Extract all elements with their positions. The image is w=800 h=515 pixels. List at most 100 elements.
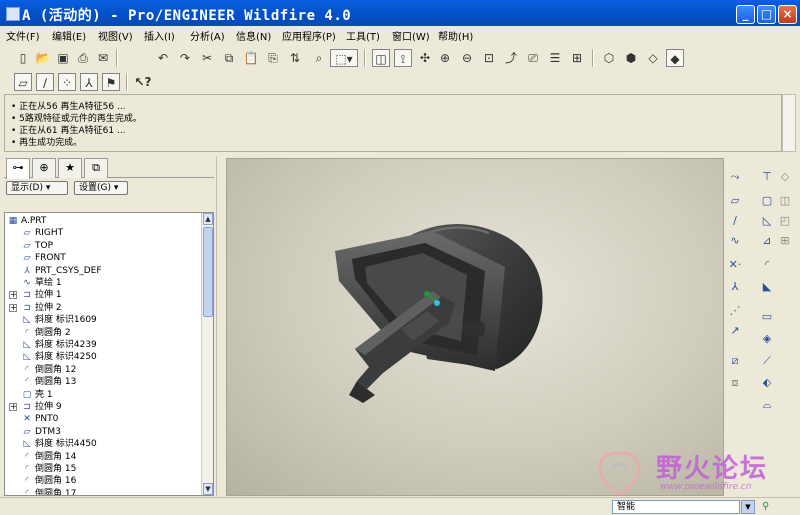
menu-edit[interactable]: 编辑(E) xyxy=(52,28,86,43)
chamfer-icon[interactable]: ◣ xyxy=(758,278,776,296)
favorites-tab-icon[interactable]: ★ xyxy=(58,158,82,178)
insert-mode-icon[interactable]: ↗ xyxy=(726,322,744,340)
blend-icon[interactable]: ⬖ xyxy=(758,374,776,392)
extend-icon[interactable]: ⊞ xyxy=(776,232,794,250)
menu-view[interactable]: 视图(V) xyxy=(98,28,133,43)
menu-analysis[interactable]: 分析(A) xyxy=(190,28,225,43)
boundary-blend-icon[interactable]: ⌓ xyxy=(758,396,776,414)
repaint-icon[interactable]: ◫ xyxy=(372,49,390,67)
tree-item[interactable]: ◜ 倒圆角 13 xyxy=(21,376,76,388)
hole-icon[interactable]: ⊤ xyxy=(758,168,776,186)
reorient-icon[interactable]: ⤴ xyxy=(502,49,520,67)
context-help-icon[interactable]: ↖? xyxy=(134,73,152,91)
layers-icon[interactable]: ☰ xyxy=(546,49,564,67)
copy-icon[interactable]: ⧉ xyxy=(220,49,238,67)
tree-item[interactable]: ◜ 倒圆角 12 xyxy=(21,364,76,376)
tree-item[interactable]: ◜ 倒圆角 16 xyxy=(21,475,76,487)
datum-axis-icon[interactable]: ∕ xyxy=(726,212,744,230)
tree-item[interactable]: ◜ 倒圆角 14 xyxy=(21,451,76,463)
spin-center-icon[interactable]: ⟟ xyxy=(394,49,412,67)
menu-insert[interactable]: 插入(I) xyxy=(144,28,175,43)
tree-item[interactable]: ✕ PNT0 xyxy=(21,413,58,425)
layer-tab-icon[interactable]: ⧉ xyxy=(84,158,108,178)
paste-special-icon[interactable]: ⎘ xyxy=(264,49,282,67)
find-icon[interactable]: ⌕ xyxy=(310,49,328,67)
annotation-display-icon[interactable]: ⚑ xyxy=(102,73,120,91)
tree-item[interactable]: ▦ A.PRT xyxy=(7,215,47,227)
tree-item[interactable]: + ⊐ 拉伸 9 xyxy=(9,401,62,413)
orient-icon[interactable]: ✣ xyxy=(416,49,434,67)
settings-dropdown[interactable]: 设置(G) ▾ xyxy=(74,181,128,195)
no-hidden-icon[interactable]: ◇ xyxy=(644,49,662,67)
refit-icon[interactable]: ⊡ xyxy=(480,49,498,67)
thicken-icon[interactable]: ◫ xyxy=(776,192,794,210)
menu-info[interactable]: 信息(N) xyxy=(236,28,271,43)
cut-icon[interactable]: ✂ xyxy=(198,49,216,67)
expand-icon[interactable]: + xyxy=(9,303,17,312)
tree-item[interactable]: ◜ 倒圆角 17 xyxy=(21,488,76,495)
tree-item[interactable]: + ⊐ 拉伸 1 xyxy=(9,289,62,301)
scroll-down-arrow[interactable]: ▼ xyxy=(203,483,213,495)
datum-curve-icon[interactable]: ∿ xyxy=(726,232,744,250)
maximize-button[interactable]: □ xyxy=(757,5,776,24)
save-icon[interactable]: ▣ xyxy=(54,49,72,67)
tree-item[interactable]: ▱ RIGHT xyxy=(21,227,64,239)
variable-sweep-icon[interactable]: ⟋ xyxy=(758,352,776,370)
expand-icon[interactable]: + xyxy=(9,291,17,300)
folder-tab-icon[interactable]: ⊕ xyxy=(32,158,56,178)
menu-applications[interactable]: 应用程序(P) xyxy=(282,28,336,43)
tree-item[interactable]: + ⊐ 拉伸 2 xyxy=(9,302,62,314)
tree-item[interactable]: ◺ 斜度 标识4250 xyxy=(21,351,97,363)
tree-tab-icon[interactable]: ⊶ xyxy=(6,158,30,179)
merge-icon[interactable]: ⧈ xyxy=(726,374,744,392)
tree-item[interactable]: ▱ FRONT xyxy=(21,252,66,264)
tree-item[interactable]: ∿ 草绘 1 xyxy=(21,277,61,289)
tree-scrollbar[interactable]: ▲ ▼ xyxy=(201,213,213,495)
datum-plane-display-icon[interactable]: ▱ xyxy=(14,73,32,91)
csys-display-icon[interactable]: ⅄ xyxy=(80,73,98,91)
scroll-up-arrow[interactable]: ▲ xyxy=(203,213,213,225)
panel-splitter[interactable] xyxy=(216,156,224,496)
expand-icon[interactable]: + xyxy=(9,403,17,411)
revolve-icon[interactable]: ◈ xyxy=(758,330,776,348)
tree-item[interactable]: ▢ 壳 1 xyxy=(21,389,53,401)
redo-icon[interactable]: ↷ xyxy=(176,49,194,67)
round-icon[interactable]: ◜ xyxy=(758,256,776,274)
datum-plane-icon[interactable]: ▱ xyxy=(726,192,744,210)
wireframe-icon[interactable]: ⬡ xyxy=(600,49,618,67)
tree-item[interactable]: ⅄ PRT_CSYS_DEF xyxy=(21,265,101,277)
tree-item[interactable]: ▱ TOP xyxy=(21,240,53,252)
new-icon[interactable]: ▯ xyxy=(14,49,32,67)
sketch-tool-icon[interactable]: ⤳ xyxy=(726,168,744,186)
menu-help[interactable]: 帮助(H) xyxy=(438,28,473,43)
hidden-line-icon[interactable]: ⬢ xyxy=(622,49,640,67)
tree-item[interactable]: ◜ 倒圆角 2 xyxy=(21,327,70,339)
menu-file[interactable]: 文件(F) xyxy=(6,28,40,43)
solidify-icon[interactable]: ◰ xyxy=(776,212,794,230)
selection-box-icon[interactable]: ⬚▾ xyxy=(330,49,358,67)
minimize-button[interactable]: _ xyxy=(736,5,755,24)
mirror-icon[interactable]: ⧄ xyxy=(726,352,744,370)
analysis-icon[interactable]: ⋰ xyxy=(726,302,744,320)
message-scrollbar[interactable] xyxy=(782,94,796,152)
tree-item[interactable]: ◜ 倒圆角 15 xyxy=(21,463,76,475)
extrude-tool-icon[interactable]: ▭ xyxy=(758,308,776,326)
csys-icon[interactable]: ⅄ xyxy=(726,278,744,296)
regenerate-icon[interactable]: ⇅ xyxy=(286,49,304,67)
draft-icon[interactable]: ⊿ xyxy=(758,232,776,250)
datum-axis-display-icon[interactable]: ∕ xyxy=(36,73,54,91)
offset-icon[interactable]: ◇ xyxy=(776,168,794,186)
tree-item[interactable]: ◺ 斜度 标识1609 xyxy=(21,314,97,326)
close-button[interactable]: × xyxy=(778,5,797,24)
rib-icon[interactable]: ◺ xyxy=(758,212,776,230)
paste-icon[interactable]: 📋 xyxy=(242,49,260,67)
tree-item[interactable]: ▱ DTM3 xyxy=(21,426,61,438)
menu-window[interactable]: 窗口(W) xyxy=(392,28,430,43)
saved-views-icon[interactable]: ⎚ xyxy=(524,49,542,67)
selection-filter[interactable]: 智能 xyxy=(612,500,740,514)
filter-dropdown-icon[interactable]: ▼ xyxy=(741,500,755,514)
menu-tools[interactable]: 工具(T) xyxy=(346,28,380,43)
point-display-icon[interactable]: ⁘ xyxy=(58,73,76,91)
email-icon[interactable]: ✉ xyxy=(94,49,112,67)
print-icon[interactable]: ⎙ xyxy=(74,49,92,67)
